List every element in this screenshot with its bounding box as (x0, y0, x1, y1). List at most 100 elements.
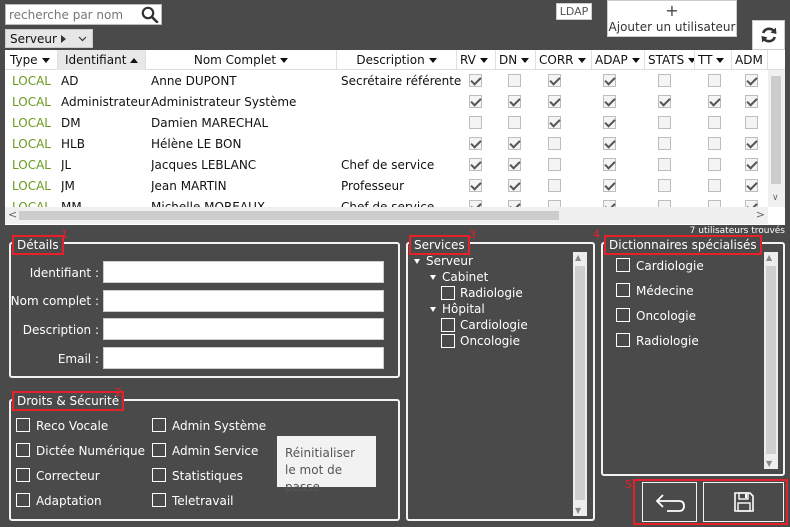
checkbox-correcteur[interactable] (16, 468, 30, 482)
tree-node-serveur[interactable]: Serveur (426, 254, 473, 268)
checkbox-dict-cardiologie[interactable] (616, 258, 630, 272)
table-row[interactable]: LOCAL DM Damien MARECHAL (5, 112, 768, 133)
checkbox-tt[interactable] (708, 116, 721, 129)
checkbox-adm-s[interactable] (745, 200, 758, 207)
table-row[interactable]: LOCAL JM Jean MARTIN Professeur (5, 175, 768, 196)
checkbox-dict-radiologie[interactable] (616, 333, 630, 347)
filter-tag[interactable]: Serveur (6, 32, 72, 46)
checkbox-stats[interactable] (658, 74, 671, 87)
email-field[interactable] (103, 347, 384, 369)
checkbox-corr[interactable] (548, 200, 561, 207)
checkbox-adap[interactable] (603, 74, 616, 87)
col-header-type[interactable]: Type (5, 50, 58, 70)
checkbox-corr[interactable] (548, 116, 561, 129)
grid-hscroll-thumb[interactable] (19, 211, 559, 220)
scroll-up-icon[interactable]: ▲ (575, 253, 581, 262)
checkbox-cabinet-radiologie[interactable] (441, 286, 455, 300)
table-row[interactable]: LOCAL AD Anne DUPONT Secrétaire référente (5, 70, 768, 91)
checkbox-rv[interactable] (469, 74, 482, 87)
checkbox-admin-service[interactable] (152, 443, 166, 457)
ldap-button[interactable]: LDAP (556, 3, 592, 20)
checkbox-teletravail[interactable] (152, 493, 166, 507)
checkbox-dn[interactable] (508, 137, 521, 150)
checkbox-admin-systeme[interactable] (152, 418, 166, 432)
checkbox-adap[interactable] (603, 179, 616, 192)
checkbox-dict-oncologie[interactable] (616, 308, 630, 322)
checkbox-rv[interactable] (469, 137, 482, 150)
checkbox-stats[interactable] (658, 179, 671, 192)
col-header-tt[interactable]: TT (695, 50, 732, 70)
checkbox-stats[interactable] (658, 95, 671, 108)
col-header-stats[interactable]: STATS (645, 50, 695, 70)
checkbox-dn[interactable] (508, 200, 521, 207)
back-button[interactable] (642, 482, 697, 522)
checkbox-rv[interactable] (469, 116, 482, 129)
checkbox-adap[interactable] (603, 137, 616, 150)
scroll-down-icon[interactable]: ▼ (575, 506, 581, 515)
checkbox-adm-s[interactable] (745, 74, 758, 87)
col-header-dn[interactable]: DN (496, 50, 536, 70)
checkbox-adm-s[interactable] (745, 137, 758, 150)
checkbox-hopital-cardiologie[interactable] (441, 318, 455, 332)
checkbox-dn[interactable] (508, 95, 521, 108)
server-filter[interactable]: Serveur (5, 29, 93, 48)
table-row[interactable]: LOCAL HLB Hélène LE BON (5, 133, 768, 154)
checkbox-rv[interactable] (469, 95, 482, 108)
checkbox-statistiques[interactable] (152, 468, 166, 482)
grid-horizontal-scrollbar[interactable]: < > (5, 207, 768, 224)
checkbox-tt[interactable] (708, 95, 721, 108)
col-header-adm-s[interactable]: ADM S (732, 50, 768, 70)
checkbox-corr[interactable] (548, 95, 561, 108)
checkbox-adm-s[interactable] (745, 158, 758, 171)
search-icon[interactable] (141, 6, 159, 23)
reset-password-button[interactable]: Réinitialiser le mot de passe (277, 436, 376, 494)
checkbox-adap[interactable] (603, 116, 616, 129)
checkbox-adap[interactable] (603, 95, 616, 108)
checkbox-corr[interactable] (548, 137, 561, 150)
checkbox-corr[interactable] (548, 74, 561, 87)
add-user-button[interactable]: + Ajouter un utilisateur (607, 0, 737, 37)
checkbox-tt[interactable] (708, 200, 721, 207)
checkbox-corr[interactable] (548, 179, 561, 192)
checkbox-dict-medecine[interactable] (616, 283, 630, 297)
col-header-rv[interactable]: RV (457, 50, 496, 70)
tree-collapse-icon[interactable] (430, 307, 436, 312)
checkbox-dn[interactable] (508, 158, 521, 171)
checkbox-adm-s[interactable] (745, 179, 758, 192)
checkbox-reco-vocale[interactable] (16, 418, 30, 432)
checkbox-rv[interactable] (469, 158, 482, 171)
col-header-corr[interactable]: CORR (536, 50, 592, 70)
checkbox-rv[interactable] (469, 200, 482, 207)
checkbox-adm-s[interactable] (745, 116, 758, 129)
save-button[interactable] (703, 482, 784, 522)
dictionaries-scrollbar[interactable]: ▲ ▼ (764, 252, 778, 469)
table-row[interactable]: LOCAL Administrateur Administrateur Systèm… (5, 91, 768, 112)
checkbox-stats[interactable] (658, 158, 671, 171)
scroll-up-icon[interactable]: ▲ (766, 253, 772, 262)
table-row[interactable]: LOCAL MM Michelle MOREAUX Chef de service (5, 196, 768, 207)
checkbox-tt[interactable] (708, 137, 721, 150)
checkbox-rv[interactable] (469, 179, 482, 192)
tree-collapse-icon[interactable] (414, 259, 420, 264)
tree-collapse-icon[interactable] (430, 275, 436, 280)
checkbox-adm-s[interactable] (745, 95, 758, 108)
filter-dropdown[interactable] (72, 36, 92, 42)
scroll-right-icon[interactable]: > (756, 208, 765, 221)
checkbox-adaptation[interactable] (16, 493, 30, 507)
col-header-description[interactable]: Description (337, 50, 457, 70)
identifiant-field[interactable] (103, 261, 384, 283)
search-input[interactable] (6, 5, 138, 24)
checkbox-tt[interactable] (708, 179, 721, 192)
checkbox-tt[interactable] (708, 158, 721, 171)
col-header-adap[interactable]: ADAP (592, 50, 645, 70)
checkbox-hopital-oncologie[interactable] (441, 334, 455, 348)
services-scrollbar[interactable]: ▲ ▼ (573, 252, 587, 516)
table-row[interactable]: LOCAL JL Jacques LEBLANC Chef de service (5, 154, 768, 175)
checkbox-corr[interactable] (548, 158, 561, 171)
grid-vertical-scrollbar[interactable]: ∨ (768, 70, 785, 207)
tree-node-hopital[interactable]: Hôpital (442, 302, 485, 316)
tree-node-cabinet[interactable]: Cabinet (442, 270, 488, 284)
scroll-down-icon[interactable]: ∨ (772, 193, 779, 203)
checkbox-adap[interactable] (603, 200, 616, 207)
col-header-identifiant[interactable]: Identifiant (58, 50, 146, 70)
